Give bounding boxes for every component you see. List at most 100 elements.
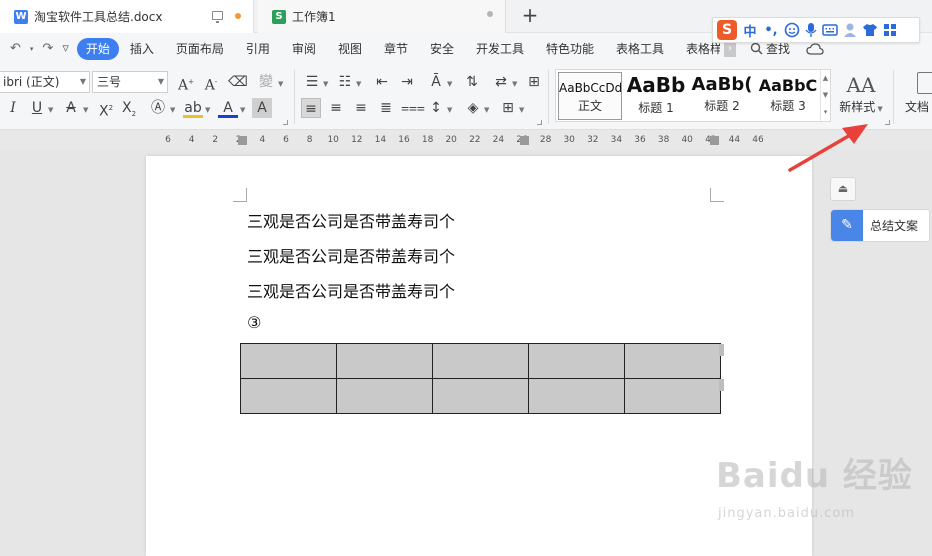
font-size-select[interactable]: 三号 ▼ — [92, 71, 168, 93]
character-shading-icon[interactable]: A — [252, 98, 272, 118]
numbered-mark[interactable]: ③ — [247, 313, 261, 332]
tab-review[interactable]: 审阅 — [281, 38, 327, 60]
tab-sections[interactable]: 章节 — [373, 38, 419, 60]
keyboard-icon[interactable] — [822, 23, 838, 37]
sort-icon[interactable]: ⇅ — [462, 72, 482, 92]
ime-language-toggle[interactable]: 中 — [742, 21, 758, 40]
strikethrough-icon[interactable]: A — [61, 98, 81, 118]
tab-view[interactable]: 视图 — [327, 38, 373, 60]
chevron-down-icon[interactable]: ▼ — [519, 106, 524, 114]
styles-dialog-launcher-icon[interactable] — [885, 120, 890, 125]
justify-icon[interactable]: ≣ — [376, 98, 396, 118]
chevron-down-icon[interactable]: ▼ — [170, 106, 175, 114]
chevron-down-icon[interactable]: ▼ — [83, 106, 88, 114]
style-gallery-scroll[interactable]: ▲ ▼ ▾ — [820, 70, 830, 123]
table-cell[interactable] — [528, 343, 625, 379]
phonetic-guide-icon[interactable]: 變 — [256, 72, 276, 92]
table-cell[interactable] — [240, 378, 337, 414]
table-cell[interactable] — [336, 343, 433, 379]
panel-collapse-button[interactable]: ⏏ — [830, 177, 856, 201]
align-left-icon[interactable]: ≡ — [301, 98, 321, 118]
tab-security[interactable]: 安全 — [419, 38, 465, 60]
sogou-logo-icon[interactable]: S — [717, 20, 737, 40]
chevron-down-icon[interactable]: ▼ — [512, 80, 517, 88]
new-style-button[interactable]: AA 新样式 ▼ — [838, 70, 884, 122]
emoji-icon[interactable] — [784, 22, 800, 38]
toolbox-grid-icon[interactable] — [883, 23, 897, 37]
ruler-marker[interactable] — [238, 136, 247, 145]
ruler-marker[interactable] — [710, 136, 719, 145]
customize-quick-access-icon[interactable]: ▿ — [62, 41, 69, 56]
user-icon[interactable] — [843, 22, 857, 38]
distributed-align-icon[interactable]: ⩶ — [401, 98, 425, 118]
paragraph-dialog-launcher-icon[interactable] — [537, 120, 542, 125]
increase-indent-icon[interactable]: ⇥ — [397, 72, 417, 92]
tab-insert[interactable]: 插入 — [119, 38, 165, 60]
chevron-down-icon[interactable]: ▼ — [48, 106, 53, 114]
chevron-up-icon[interactable]: ▲ — [821, 70, 830, 87]
paragraph-shading-icon[interactable]: ◈ — [463, 98, 483, 118]
ime-punctuation-toggle[interactable]: •, — [763, 23, 779, 38]
style-heading-3[interactable]: AaBbC 标题 3 — [756, 72, 820, 120]
paragraph[interactable]: 三观是否公司是否带盖寿司个 — [247, 278, 455, 302]
style-heading-1[interactable]: AaBb 标题 1 — [624, 72, 688, 120]
undo-icon[interactable]: ↶ — [10, 41, 21, 56]
line-spacing-icon[interactable]: ↕ — [426, 98, 446, 118]
tab-document[interactable]: W 淘宝软件工具总结.docx — [0, 0, 254, 33]
document-page[interactable]: 三观是否公司是否带盖寿司个 三观是否公司是否带盖寿司个 三观是否公司是否带盖寿司… — [146, 156, 812, 556]
tab-page-layout[interactable]: 页面布局 — [165, 38, 235, 60]
redo-icon[interactable]: ↷ — [42, 41, 53, 56]
decrease-indent-icon[interactable]: ⇤ — [372, 72, 392, 92]
text-effect-icon[interactable]: Ⓐ — [148, 98, 168, 118]
highlight-icon[interactable]: ab — [183, 98, 203, 118]
gallery-expand-icon[interactable]: ▾ — [821, 104, 830, 121]
grow-font-icon[interactable]: A+ — [176, 72, 196, 94]
monitor-icon[interactable] — [212, 11, 223, 23]
table-cell[interactable] — [432, 378, 529, 414]
tab-special-features[interactable]: 特色功能 — [535, 38, 605, 60]
show-hide-marks-icon[interactable]: ⇄ — [491, 72, 511, 92]
table-row[interactable] — [240, 343, 721, 379]
tab-developer[interactable]: 开发工具 — [465, 38, 535, 60]
table-cell[interactable] — [336, 378, 433, 414]
chevron-down-icon[interactable]: ▼ — [821, 87, 830, 104]
bullet-list-icon[interactable]: ☰ — [302, 72, 322, 92]
italic-icon[interactable]: I — [3, 98, 23, 118]
tab-home[interactable]: 开始 — [76, 37, 119, 60]
shrink-font-icon[interactable]: A- — [201, 72, 221, 94]
horizontal-ruler[interactable]: 6422468101214161820222426283032343638404… — [0, 130, 932, 150]
subscript-icon[interactable]: X2 — [119, 98, 139, 118]
table-cell[interactable] — [624, 343, 721, 379]
style-heading-2[interactable]: AaBb( 标题 2 — [690, 72, 754, 120]
chevron-down-icon[interactable]: ▼ — [323, 80, 328, 88]
paragraph[interactable]: 三观是否公司是否带盖寿司个 — [247, 243, 455, 267]
chevron-down-icon[interactable]: ▼ — [205, 106, 210, 114]
numbered-list-icon[interactable]: ☷ — [335, 72, 355, 92]
paragraph[interactable]: 三观是否公司是否带盖寿司个 — [247, 208, 455, 232]
ruler-marker[interactable] — [520, 136, 529, 145]
table-cell[interactable] — [432, 343, 529, 379]
document-table[interactable] — [240, 343, 721, 414]
table-row[interactable] — [240, 378, 721, 414]
undo-dropdown-icon[interactable]: ▾ — [30, 45, 34, 53]
align-center-icon[interactable]: ≡ — [326, 98, 346, 118]
font-dialog-launcher-icon[interactable] — [283, 120, 288, 125]
skin-shirt-icon[interactable] — [862, 23, 878, 37]
underline-icon[interactable]: U — [27, 98, 47, 118]
chevron-down-icon[interactable]: ▼ — [447, 80, 452, 88]
microphone-icon[interactable] — [805, 22, 817, 38]
chevron-down-icon[interactable]: ▼ — [447, 106, 452, 114]
borders-icon[interactable]: ⊞ — [498, 98, 518, 118]
superscript-icon[interactable]: X2 — [96, 98, 116, 120]
cloud-sync-icon[interactable] — [806, 42, 824, 56]
font-color-icon[interactable]: A — [218, 98, 238, 118]
table-cell[interactable] — [528, 378, 625, 414]
table-row-handle[interactable] — [719, 344, 724, 356]
document-tools-button[interactable]: 文档 — [905, 72, 932, 124]
chevron-down-icon[interactable]: ▼ — [484, 106, 489, 114]
new-tab-button[interactable]: + — [518, 4, 542, 28]
chinese-layout-icon[interactable]: Ā — [426, 72, 446, 92]
table-row-handle[interactable] — [719, 379, 724, 391]
chevron-down-icon[interactable]: ▼ — [240, 106, 245, 114]
table-border-icon[interactable]: ⊞ — [524, 72, 544, 92]
